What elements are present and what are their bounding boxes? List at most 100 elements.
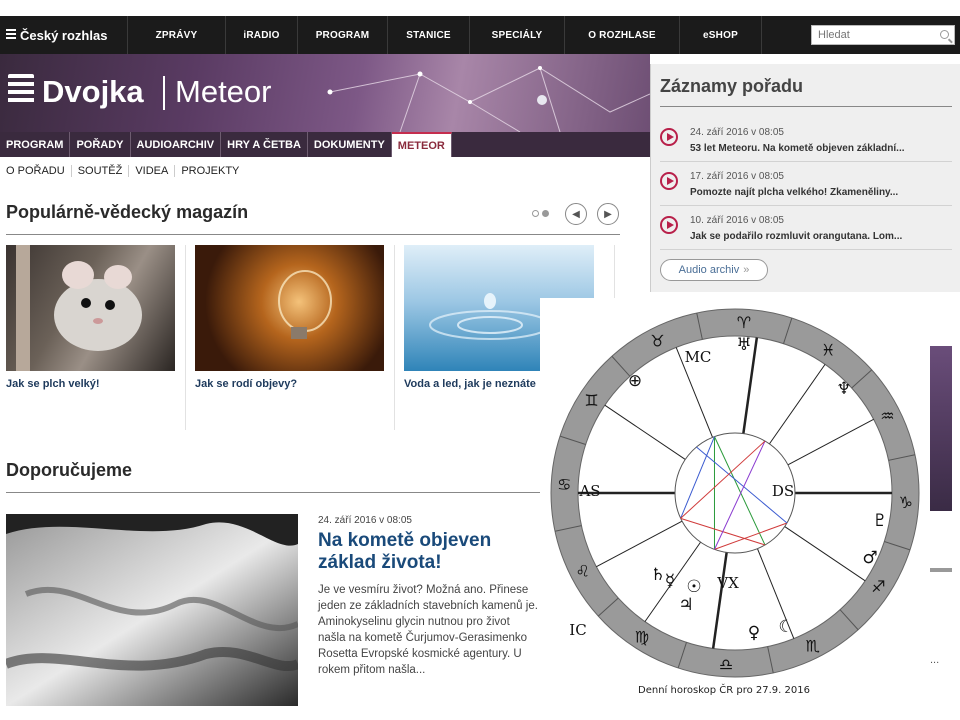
episode-item[interactable]: 24. září 2016 v 08:05 53 let Meteoru. Na… <box>660 118 952 162</box>
planet-glyph: ♇ <box>872 511 887 531</box>
recommended-divider <box>6 492 540 493</box>
zodiac-sign-glyph: ♉ <box>650 332 664 351</box>
logo-icon <box>6 29 16 41</box>
episode-title[interactable]: Pomozte najít plcha velkého! Zkameněliny… <box>690 187 898 198</box>
zodiac-sign-glyph: ♑ <box>899 493 913 512</box>
show-navigation: O POŘADU SOUTĚŽ VIDEA PROJEKTY <box>0 159 245 183</box>
comet-image[interactable] <box>6 514 298 706</box>
nav-program[interactable]: PROGRAM <box>298 16 388 54</box>
episode-item[interactable]: 17. září 2016 v 08:05 Pomozte najít plch… <box>660 162 952 206</box>
magazine-divider <box>6 234 620 235</box>
card-separator <box>185 245 186 430</box>
play-icon[interactable] <box>660 128 678 146</box>
article-date: 24. září 2016 v 08:05 <box>318 515 412 526</box>
zodiac-sign-glyph: ♐ <box>871 577 885 596</box>
records-divider <box>660 106 952 107</box>
tertnav-soutez[interactable]: SOUTĚŽ <box>72 165 130 177</box>
tertnav-projekty[interactable]: PROJEKTY <box>175 165 245 177</box>
subnav-porady[interactable]: POŘADY <box>70 132 131 157</box>
planet-glyph: ☉ <box>686 577 701 597</box>
search-input[interactable] <box>812 26 930 44</box>
natal-chart-wheel: ♉ ♈ ♓ ♒ ♑ ♐ ♏ ♎ ♍ ♌ ♋ ♊ AS DS MC IC VX ♅ ♆ ♇ ♂ ♃ ♀ ☾ ☉ ♄ ☿ ⊕ <box>550 308 920 678</box>
top-navigation: Český rozhlas ZPRÁVY iRADIO PROGRAM STAN… <box>0 16 960 54</box>
recommended-title: Doporučujeme <box>6 460 133 480</box>
planet-glyph: ♀ <box>748 623 760 643</box>
magazine-title: Populárně-vědecký magazín <box>6 202 249 222</box>
partial-divider-right <box>930 568 952 572</box>
planet-glyph: ♂ <box>862 548 877 568</box>
zodiac-sign-glyph: ♍ <box>635 627 649 646</box>
carousel-dots <box>532 210 549 217</box>
chart-axis-label: AS <box>578 482 600 500</box>
partial-text-right: ... <box>930 654 940 666</box>
subnav-program[interactable]: PROGRAM <box>0 132 71 157</box>
zodiac-sign-glyph: ♈ <box>737 313 751 332</box>
planet-glyph: ♄ <box>650 565 665 585</box>
carousel-prev-button[interactable]: ◀ <box>565 203 587 225</box>
brand-name: Český rozhlas <box>20 27 108 43</box>
card-caption[interactable]: Voda a led, jak je neznáte <box>404 378 540 390</box>
nav-iradio[interactable]: iRADIO <box>226 16 298 54</box>
planet-glyph: ♅ <box>736 335 751 355</box>
episode-date: 17. září 2016 v 08:05 <box>690 171 784 182</box>
lightbulb-image <box>278 270 332 339</box>
card-image-dormouse[interactable] <box>6 245 175 371</box>
zodiac-sign-glyph: ♎ <box>719 655 733 674</box>
zodiac-sign-glyph: ♓ <box>821 341 835 360</box>
audio-archive-button[interactable]: Audio archiv » <box>660 259 768 281</box>
carousel-next-button[interactable]: ▶ <box>597 203 619 225</box>
nav-eshop[interactable]: eSHOP <box>680 16 762 54</box>
records-title: Záznamy pořadu <box>660 76 804 96</box>
zodiac-sign-glyph: ♋ <box>557 475 571 494</box>
zodiac-sign-glyph: ♌ <box>575 562 589 581</box>
planet-glyph: ☿ <box>665 571 675 591</box>
episode-title[interactable]: 53 let Meteoru. Na kometě objeven základ… <box>690 143 905 154</box>
article-headline[interactable]: Na kometě objeven základ života! <box>318 530 540 574</box>
episode-date: 10. září 2016 v 08:05 <box>690 215 784 226</box>
banner-divider <box>163 76 165 110</box>
arrow-left-icon: ◀ <box>572 208 580 220</box>
subnav-dokumenty[interactable]: DOKUMENTY <box>308 132 392 157</box>
episode-title[interactable]: Jak se podařilo rozmluvit orangutana. Lo… <box>690 231 902 242</box>
planet-glyph: ♃ <box>678 595 693 615</box>
subnav-audioarchiv[interactable]: AUDIOARCHIV <box>131 132 222 157</box>
card-image-lightbulb[interactable] <box>195 245 384 371</box>
tertnav-o-poradu[interactable]: O POŘADU <box>0 165 72 177</box>
episode-date: 24. září 2016 v 08:05 <box>690 127 784 138</box>
double-chevron-right-icon: » <box>743 264 750 276</box>
article-perex: Je ve vesmíru život? Možná ano. Přinese … <box>318 584 538 676</box>
card-separator <box>394 245 395 430</box>
episode-item[interactable]: 10. září 2016 v 08:05 Jak se podařilo ro… <box>660 206 952 250</box>
planet-glyph: ♆ <box>836 379 851 399</box>
carousel-dot[interactable] <box>532 210 539 217</box>
card-caption[interactable]: Jak se rodí objevy? <box>195 378 384 390</box>
subnav-meteor[interactable]: METEOR <box>391 132 452 157</box>
play-icon[interactable] <box>660 172 678 190</box>
tertnav-videa[interactable]: VIDEA <box>129 165 176 177</box>
station-name: Dvojka <box>42 74 144 109</box>
zodiac-sign-glyph: ♏ <box>805 636 819 655</box>
search-icon[interactable] <box>940 30 949 39</box>
nav-zpravy[interactable]: ZPRÁVY <box>128 16 226 54</box>
subnav-hry-a-cetba[interactable]: HRY A ČETBA <box>221 132 308 157</box>
chart-axis-label: DS <box>772 482 794 500</box>
show-name: Meteor <box>175 74 272 109</box>
nav-specialy[interactable]: SPECIÁLY <box>470 16 565 54</box>
nav-o-rozhlase[interactable]: O ROZHLASE <box>565 16 680 54</box>
partial-image-right <box>930 346 952 511</box>
card-caption[interactable]: Jak se plch velký! <box>6 378 175 390</box>
play-icon[interactable] <box>660 216 678 234</box>
planet-glyph: ⊕ <box>628 371 642 391</box>
brand-logo[interactable]: Český rozhlas <box>0 16 128 54</box>
station-navigation: PROGRAM POŘADY AUDIOARCHIV HRY A ČETBA D… <box>0 132 650 157</box>
zodiac-sign-glyph: ♒ <box>880 406 894 425</box>
arrow-right-icon: ▶ <box>604 208 612 220</box>
records-panel: Záznamy pořadu 24. září 2016 v 08:05 53 … <box>650 64 960 292</box>
carousel-dot-active[interactable] <box>542 210 549 217</box>
chart-axis-label: MC <box>685 348 712 366</box>
dormouse-image <box>16 245 142 371</box>
zodiac-sign-glyph: ♊ <box>584 391 598 410</box>
chart-axis-label: VX <box>716 574 739 592</box>
nav-stanice[interactable]: STANICE <box>388 16 470 54</box>
horoscope-caption: Denní horoskop ČR pro 27.9. 2016 <box>638 685 810 696</box>
